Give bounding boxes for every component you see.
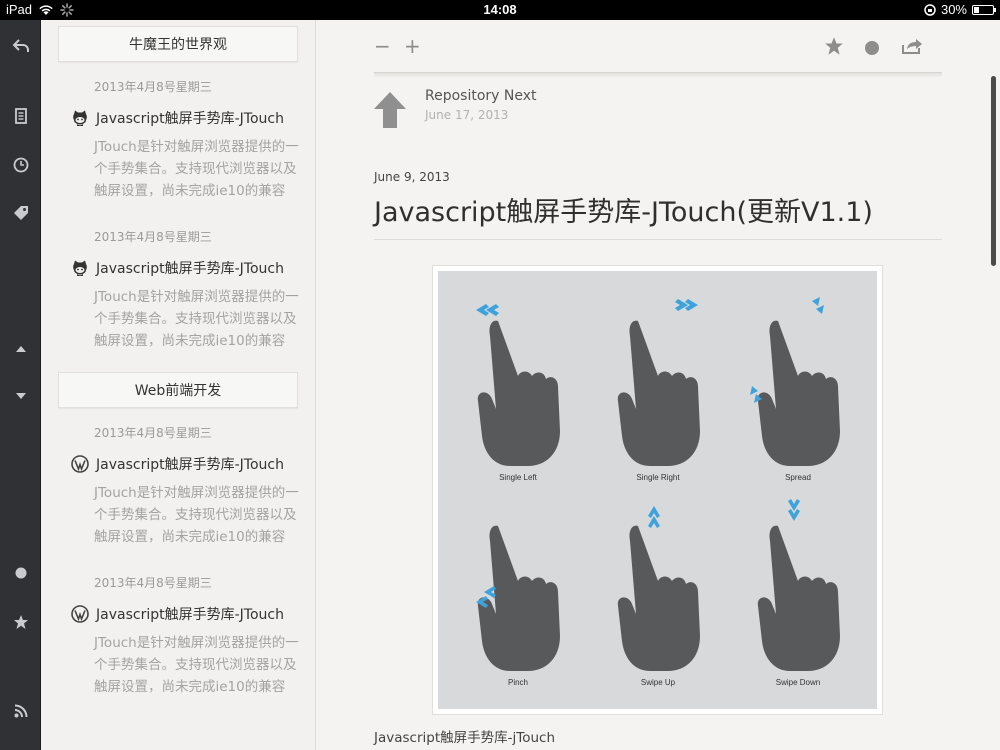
gesture-label: Spread bbox=[785, 473, 811, 482]
rotation-lock-icon bbox=[924, 3, 936, 16]
decrease-font-button[interactable]: − bbox=[374, 34, 391, 58]
item-excerpt: JTouch是针对触屏浏览器提供的一个手势集合。支持现代浏览器以及触屏设置，尚未… bbox=[94, 139, 299, 199]
list-item[interactable]: 2013年4月8号星期三 Javascript触屏手势库-JTouch JTou… bbox=[41, 62, 315, 212]
item-date: 2013年4月8号星期三 bbox=[94, 230, 212, 244]
article-divider bbox=[374, 239, 942, 240]
hand-gesture-icon bbox=[476, 525, 560, 671]
gesture-label: Pinch bbox=[507, 678, 528, 687]
battery-percent: 30% bbox=[940, 2, 967, 17]
hand-shape bbox=[757, 320, 840, 466]
article-list-sidebar: 牛魔王的世界观 2013年4月8号星期三 Javascript触屏手势库-JTo… bbox=[41, 20, 316, 750]
wordpress-icon bbox=[69, 603, 91, 625]
item-title: Javascript触屏手势库-JTouch bbox=[96, 111, 284, 127]
article-toolbar: − + bbox=[374, 34, 942, 60]
wordpress-icon bbox=[69, 453, 91, 475]
article-image[interactable]: Single Left Single Right Spread Pinch Swipe … bbox=[432, 265, 883, 715]
next-article-arrow-icon[interactable] bbox=[374, 92, 406, 128]
image-caption: Javascript触屏手势库-jTouch bbox=[374, 730, 556, 746]
arrow-up-icon[interactable] bbox=[0, 334, 41, 364]
hand-shape bbox=[617, 320, 700, 466]
star-icon[interactable] bbox=[0, 607, 41, 637]
hand-shape bbox=[477, 525, 560, 671]
item-title: Javascript触屏手势库-JTouch bbox=[96, 261, 284, 277]
feed-group-header[interactable]: Web前端开发 bbox=[58, 372, 298, 408]
rss-icon[interactable] bbox=[0, 696, 41, 726]
hand-gesture-icon bbox=[757, 499, 840, 671]
gesture-arrow-icon bbox=[788, 499, 800, 521]
gesture-figure: Swipe Up bbox=[588, 486, 728, 696]
article-date: June 9, 2013 bbox=[374, 170, 450, 184]
unread-dot-icon[interactable] bbox=[864, 37, 880, 61]
gesture-figure: Spread bbox=[728, 281, 868, 491]
list-item[interactable]: 2013年4月8号星期三 Javascript触屏手势库-JTouch JTou… bbox=[41, 408, 315, 558]
hand-shape bbox=[477, 320, 560, 466]
list-item[interactable]: 2013年4月8号星期三 Javascript触屏手势库-JTouch JTou… bbox=[41, 212, 315, 362]
hand-shape bbox=[757, 525, 840, 671]
item-excerpt: JTouch是针对触屏浏览器提供的一个手势集合。支持现代浏览器以及触屏设置，尚未… bbox=[94, 289, 299, 349]
item-date: 2013年4月8号星期三 bbox=[94, 426, 212, 440]
status-bar: iPad 14:08 30% bbox=[0, 0, 1000, 20]
clock-icon[interactable] bbox=[0, 150, 41, 180]
hand-gesture-icon bbox=[617, 299, 700, 466]
clock-time: 14:08 bbox=[483, 2, 517, 17]
document-icon[interactable] bbox=[0, 101, 41, 131]
item-excerpt: JTouch是针对触屏浏览器提供的一个手势集合。支持现代浏览器以及触屏设置，尚未… bbox=[94, 485, 299, 545]
tag-icon[interactable] bbox=[0, 198, 41, 228]
feed-group-header[interactable]: 牛魔王的世界观 bbox=[58, 26, 298, 62]
battery-icon bbox=[972, 4, 996, 15]
item-title: Javascript触屏手势库-JTouch bbox=[96, 607, 284, 623]
gesture-label: Swipe Down bbox=[775, 678, 821, 687]
gesture-arrow-icon bbox=[675, 299, 698, 311]
hand-gesture-icon bbox=[476, 304, 560, 466]
article-title: Javascript触屏手势库-JTouch(更新V1.1) bbox=[374, 197, 873, 228]
gesture-arrow-icon bbox=[476, 304, 499, 316]
list-item[interactable]: 2013年4月8号星期三 Javascript触屏手势库-JTouch JTou… bbox=[41, 558, 315, 708]
gesture-label: Single Right bbox=[636, 473, 680, 482]
scrollbar[interactable] bbox=[991, 76, 996, 266]
item-excerpt: JTouch是针对触屏浏览器提供的一个手势集合。支持现代浏览器以及触屏设置，尚未… bbox=[94, 635, 299, 695]
hand-gesture-icon bbox=[617, 506, 700, 671]
article-view: − + Repository Next June 17, 2013 June 9… bbox=[316, 20, 1000, 750]
next-article-title[interactable]: Repository Next bbox=[425, 88, 537, 104]
gesture-illustration: Single Left Single Right Spread Pinch Swipe … bbox=[438, 271, 877, 709]
circle-icon[interactable] bbox=[0, 558, 41, 588]
gesture-label: Single Left bbox=[499, 473, 537, 482]
gesture-label: Swipe Up bbox=[640, 678, 676, 687]
github-octocat-icon bbox=[69, 257, 91, 279]
hand-gesture-icon bbox=[750, 297, 840, 466]
gesture-figure: Swipe Down bbox=[728, 486, 868, 696]
star-icon[interactable] bbox=[824, 36, 844, 61]
gesture-figure: Single Right bbox=[588, 281, 728, 491]
item-date: 2013年4月8号星期三 bbox=[94, 576, 212, 590]
back-arrow-icon[interactable] bbox=[0, 31, 41, 61]
toolbar-divider bbox=[374, 72, 942, 78]
item-title: Javascript触屏手势库-JTouch bbox=[96, 457, 284, 473]
left-toolbar bbox=[0, 20, 41, 750]
gesture-arrow-icon bbox=[648, 506, 660, 528]
hand-shape bbox=[617, 525, 700, 671]
battery-fill bbox=[974, 6, 980, 13]
next-article-date: June 17, 2013 bbox=[425, 108, 509, 122]
github-octocat-icon bbox=[69, 107, 91, 129]
gesture-figure: Single Left bbox=[448, 281, 588, 491]
arrow-down-icon[interactable] bbox=[0, 381, 41, 411]
share-icon[interactable] bbox=[901, 36, 923, 60]
item-date: 2013年4月8号星期三 bbox=[94, 80, 212, 94]
increase-font-button[interactable]: + bbox=[404, 34, 421, 58]
gesture-figure: Pinch bbox=[448, 486, 588, 696]
